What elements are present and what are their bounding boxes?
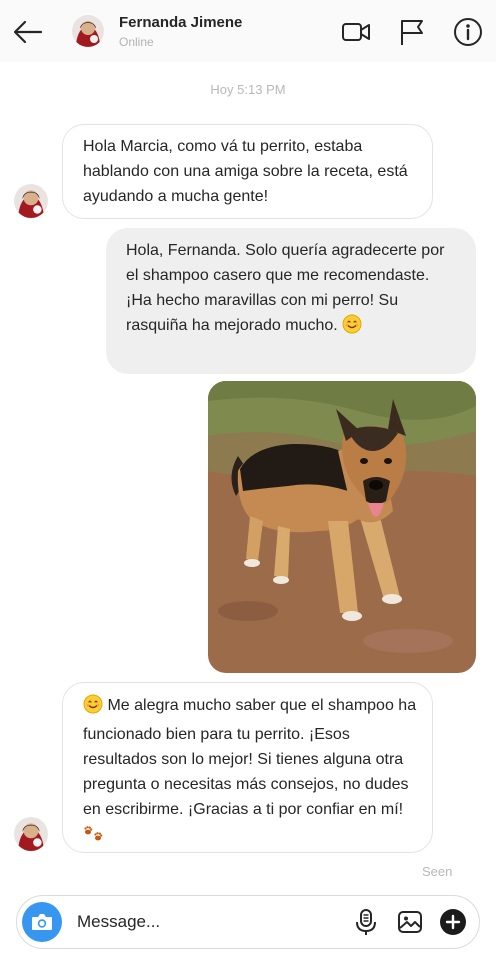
smiling-face-icon bbox=[342, 314, 362, 342]
contact-status: Online bbox=[119, 35, 154, 49]
microphone-icon[interactable] bbox=[353, 908, 379, 936]
contact-avatar[interactable] bbox=[72, 15, 104, 47]
chat-header: Fernanda Jimene Online bbox=[0, 0, 496, 62]
sender-avatar[interactable] bbox=[14, 817, 48, 851]
message-text: Me alegra mucho saber que el shampoo ha … bbox=[83, 697, 417, 818]
conversation-timestamp: Hoy 5:13 PM bbox=[210, 82, 286, 97]
incoming-message[interactable]: Hola Marcia, como vá tu perrito, estaba … bbox=[62, 124, 433, 219]
plus-icon[interactable] bbox=[439, 908, 467, 936]
incoming-message[interactable]: Me alegra mucho saber que el shampoo ha … bbox=[62, 682, 433, 853]
dog-photo[interactable] bbox=[208, 381, 476, 673]
message-input[interactable] bbox=[77, 908, 337, 936]
flag-icon[interactable] bbox=[396, 16, 428, 48]
message-text: Hola, Fernanda. Solo quería agradecerte … bbox=[126, 242, 445, 334]
outgoing-message[interactable]: Hola, Fernanda. Solo quería agradecerte … bbox=[106, 228, 476, 374]
message-text: Hola Marcia, como vá tu perrito, estaba … bbox=[83, 138, 408, 205]
contact-name[interactable]: Fernanda Jimene bbox=[119, 14, 251, 31]
info-icon[interactable] bbox=[452, 16, 484, 48]
back-arrow-icon[interactable] bbox=[10, 14, 46, 50]
paw-prints-icon bbox=[83, 823, 105, 851]
sender-avatar[interactable] bbox=[14, 184, 48, 218]
image-icon[interactable] bbox=[397, 909, 423, 935]
smiling-face-icon bbox=[83, 694, 103, 722]
message-composer bbox=[16, 895, 480, 949]
seen-status: Seen bbox=[422, 864, 453, 879]
video-call-icon[interactable] bbox=[340, 16, 372, 48]
camera-icon[interactable] bbox=[22, 902, 62, 942]
